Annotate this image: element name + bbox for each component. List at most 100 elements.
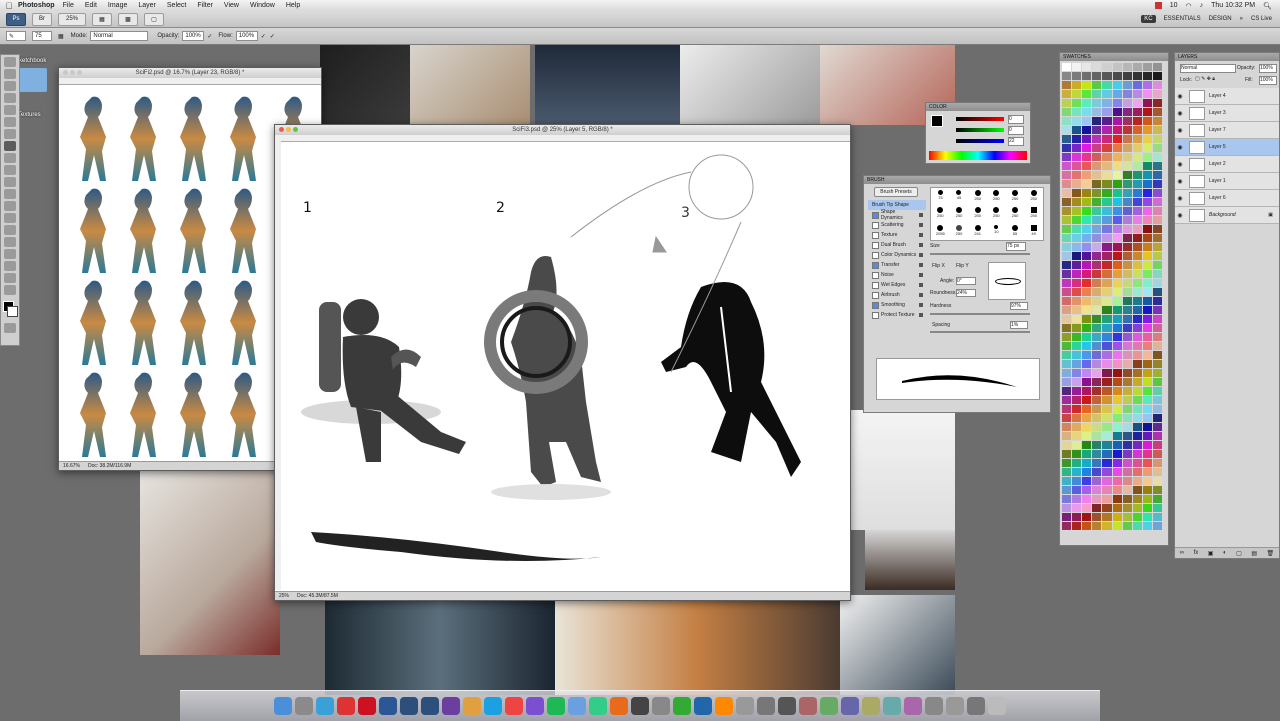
swatch-chip[interactable] [1132, 423, 1142, 431]
brush-option-transfer[interactable]: Transfer [868, 260, 926, 270]
swatch-chip[interactable] [1102, 513, 1112, 521]
lock-icon[interactable] [919, 313, 923, 317]
swatch-chip[interactable] [1112, 81, 1122, 89]
swatch-chip[interactable] [1082, 63, 1092, 71]
swatch-chip[interactable] [1122, 297, 1132, 305]
checkbox[interactable] [872, 311, 879, 319]
swatch-chip[interactable] [1112, 135, 1122, 143]
swatch-chip[interactable] [1122, 324, 1132, 332]
swatch-chip[interactable] [1072, 72, 1082, 80]
checkbox[interactable] [872, 291, 879, 299]
swatch-chip[interactable] [1092, 342, 1102, 350]
swatch-chip[interactable] [1062, 162, 1072, 170]
swatch-chip[interactable] [1062, 198, 1072, 206]
swatch-chip[interactable] [1132, 432, 1142, 440]
swatch-chip[interactable] [1152, 486, 1162, 494]
brush-size-picker[interactable]: 75 [32, 31, 52, 41]
swatch-chip[interactable] [1142, 288, 1152, 296]
swatch-chip[interactable] [1132, 216, 1142, 224]
swatch-chip[interactable] [1142, 81, 1152, 89]
quick-select-tool-icon[interactable] [4, 93, 16, 103]
swatch-chip[interactable] [1112, 351, 1122, 359]
swatch-chip[interactable] [1112, 396, 1122, 404]
swatch-chip[interactable] [1142, 162, 1152, 170]
roundness-field[interactable]: 24% [956, 289, 976, 297]
swatch-chip[interactable] [1142, 126, 1152, 134]
fill-field[interactable]: 100% [1259, 76, 1277, 85]
status-zoom[interactable]: 16.67% [63, 463, 80, 469]
swatch-chip[interactable] [1112, 360, 1122, 368]
dock-itunes-icon[interactable] [526, 697, 544, 715]
swatch-chip[interactable] [1132, 342, 1142, 350]
swatch-chip[interactable] [1072, 261, 1082, 269]
swatch-chip[interactable] [1072, 477, 1082, 485]
swatch-chip[interactable] [1072, 315, 1082, 323]
swatch-chip[interactable] [1132, 72, 1142, 80]
swatch-chip[interactable] [1122, 396, 1132, 404]
checkbox[interactable] [872, 231, 879, 239]
swatch-chip[interactable] [1142, 324, 1152, 332]
swatch-chip[interactable] [1102, 423, 1112, 431]
swatch-chip[interactable] [1072, 279, 1082, 287]
swatch-chip[interactable] [1112, 108, 1122, 116]
swatch-chip[interactable] [1082, 171, 1092, 179]
dock-word-icon[interactable] [379, 697, 397, 715]
workspace-more[interactable]: » [1240, 16, 1243, 22]
swatch-chip[interactable] [1122, 432, 1132, 440]
swatch-chip[interactable] [1112, 261, 1122, 269]
swatch-chip[interactable] [1092, 261, 1102, 269]
swatch-chip[interactable] [1092, 288, 1102, 296]
swatch-chip[interactable] [1112, 369, 1122, 377]
spacing-slider[interactable] [930, 331, 1030, 333]
swatch-chip[interactable] [1082, 378, 1092, 386]
swatch-chip[interactable] [1062, 270, 1072, 278]
swatch-chip[interactable] [1142, 234, 1152, 242]
quick-mask-icon[interactable] [4, 323, 16, 333]
swatch-chip[interactable] [1092, 234, 1102, 242]
swatch-chip[interactable] [1072, 198, 1082, 206]
swatch-chip[interactable] [1092, 180, 1102, 188]
swatch-chip[interactable] [1122, 459, 1132, 467]
swatch-chip[interactable] [1092, 522, 1102, 530]
cs-live[interactable]: CS Live [1251, 16, 1272, 22]
hardness-field[interactable]: 97% [1010, 302, 1028, 310]
swatch-chip[interactable] [1152, 387, 1162, 395]
checkbox-checked[interactable] [872, 301, 879, 309]
swatch-chip[interactable] [1082, 477, 1092, 485]
swatch-chip[interactable] [1072, 342, 1082, 350]
swatch-chip[interactable] [1152, 378, 1162, 386]
swatch-chip[interactable] [1142, 189, 1152, 197]
swatch-chip[interactable] [1112, 144, 1122, 152]
eye-icon[interactable]: ◉ [1175, 110, 1185, 117]
swatch-chip[interactable] [1062, 486, 1072, 494]
swatch-chip[interactable] [1132, 468, 1142, 476]
swatch-chip[interactable] [1082, 288, 1092, 296]
swatch-chip[interactable] [1072, 234, 1082, 242]
swatch-chip[interactable] [1112, 126, 1122, 134]
swatch-chip[interactable] [1062, 243, 1072, 251]
swatch-chip[interactable] [1112, 207, 1122, 215]
swatch-chip[interactable] [1082, 495, 1092, 503]
spacing-checkbox[interactable]: Spacing [932, 322, 950, 328]
swatch-chip[interactable] [1092, 153, 1102, 161]
swatch-chip[interactable] [1132, 126, 1142, 134]
swatch-chip[interactable] [1072, 513, 1082, 521]
menu-file[interactable]: File [63, 2, 74, 9]
swatch-chip[interactable] [1112, 234, 1122, 242]
dock-app-icon[interactable] [757, 697, 775, 715]
swatch-chip[interactable] [1082, 144, 1092, 152]
dock-settings-icon[interactable] [652, 697, 670, 715]
dodge-tool-icon[interactable] [4, 213, 16, 223]
swatch-chip[interactable] [1092, 414, 1102, 422]
swatch-chip[interactable] [1122, 369, 1132, 377]
swatch-chip[interactable] [1102, 135, 1112, 143]
swatch-chip[interactable] [1152, 360, 1162, 368]
wifi-icon[interactable]: ◠ [1186, 2, 1192, 10]
swatch-chip[interactable] [1102, 369, 1112, 377]
swatch-chip[interactable] [1132, 450, 1142, 458]
dock-maps-icon[interactable] [589, 697, 607, 715]
lasso-tool-icon[interactable] [4, 81, 16, 91]
swatch-chip[interactable] [1102, 72, 1112, 80]
swatch-chip[interactable] [1072, 378, 1082, 386]
swatch-chip[interactable] [1122, 270, 1132, 278]
